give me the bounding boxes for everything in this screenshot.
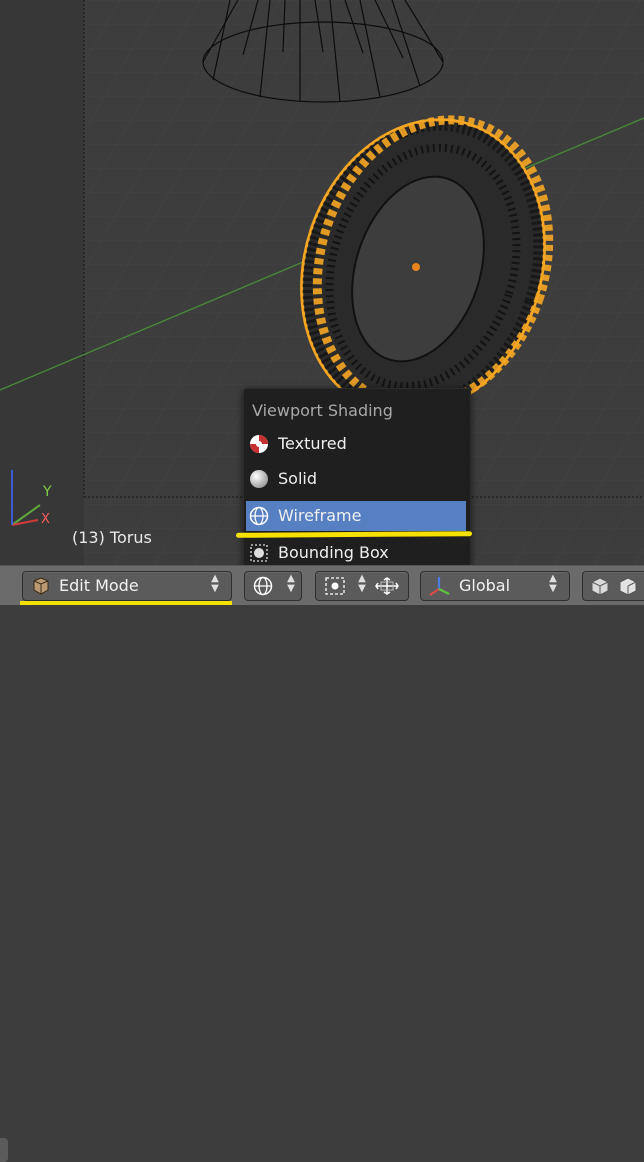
transform-axes-icon (429, 577, 450, 596)
menu-item-wireframe[interactable]: Wireframe (246, 501, 466, 531)
x-axis-label: X (41, 512, 50, 527)
viewport-shading-selector[interactable]: ▲ ▼ (244, 571, 302, 601)
orientation-dropdown-arrows: ▲ ▼ (549, 573, 557, 594)
shading-dropdown-arrows: ▲ ▼ (287, 573, 295, 594)
edit-mode-icon (33, 577, 49, 595)
viewport-header: Edit Mode ▲ ▼ ▲ ▼ ▲ ▼ Global ▲ ▼ (0, 565, 644, 1162)
cube-icon (619, 577, 637, 596)
menu-item-label: Textured (278, 434, 347, 453)
layer-buttons[interactable] (582, 571, 644, 601)
cube-icon (591, 577, 609, 596)
transform-orientation-selector[interactable]: Global ▲ ▼ (420, 571, 570, 601)
wireframe-icon (249, 506, 269, 526)
pivot-point-icon (325, 577, 345, 595)
menu-item-bounding-box[interactable]: Bounding Box (246, 538, 466, 568)
menu-item-label: Wireframe (278, 506, 362, 525)
orientation-label: Global (459, 576, 511, 595)
menu-item-label: Solid (278, 469, 317, 488)
annotation-underline (20, 601, 232, 605)
solid-icon (250, 470, 268, 488)
origin-point (412, 263, 420, 271)
wireframe-icon (253, 576, 273, 596)
mode-dropdown-arrows: ▲ ▼ (211, 573, 219, 594)
menu-title: Viewport Shading (252, 401, 393, 420)
menu-item-textured[interactable]: Textured (246, 429, 466, 459)
mode-label: Edit Mode (59, 576, 139, 595)
manipulator-icon (375, 577, 399, 595)
textured-icon (250, 435, 268, 453)
active-object-label: (13) Torus (72, 528, 152, 547)
menu-item-label: Bounding Box (278, 543, 389, 562)
editor-type-button[interactable] (0, 1138, 8, 1162)
menu-item-solid[interactable]: Solid (246, 464, 466, 494)
viewport-shading-menu: Viewport Shading Textured Solid Wirefram… (243, 388, 471, 570)
mode-selector[interactable]: Edit Mode ▲ ▼ (22, 571, 232, 601)
y-axis-label: Y (43, 484, 52, 500)
bounding-box-icon (250, 544, 268, 562)
pivot-and-manipulator-group[interactable]: ▲ ▼ (315, 571, 409, 601)
pivot-dropdown-arrows: ▲ ▼ (358, 573, 366, 594)
